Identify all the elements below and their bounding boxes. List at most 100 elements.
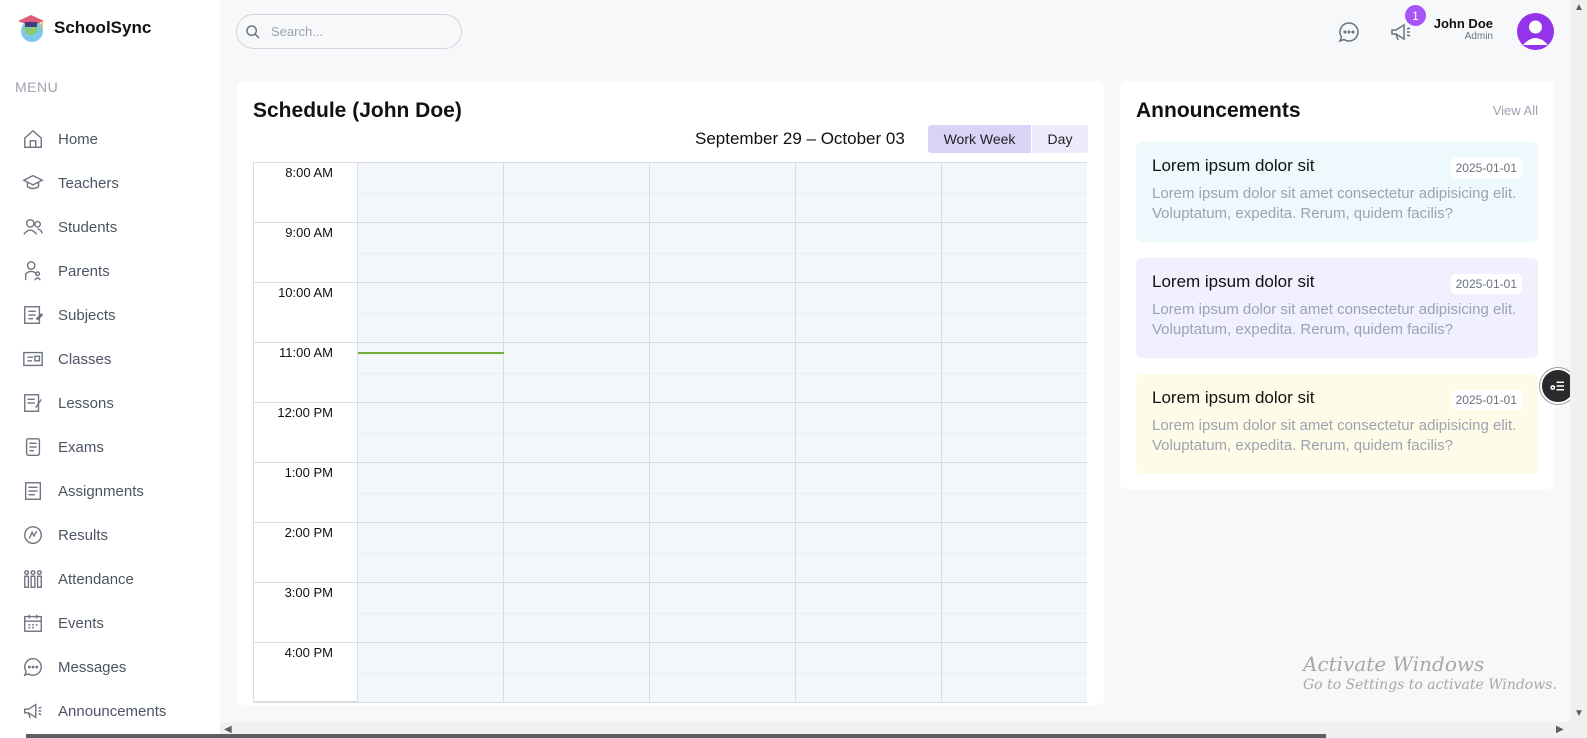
time-slot-cell[interactable] [504,643,649,703]
time-slot-cell[interactable] [358,403,503,463]
time-slot-cell[interactable] [796,343,941,403]
time-slot-cell[interactable] [796,523,941,583]
time-slot-cell[interactable] [504,283,649,343]
time-slot-cell[interactable] [650,163,795,223]
view-switcher: Work Week Day [928,125,1088,153]
time-slot-cell[interactable] [650,403,795,463]
time-slot-cell[interactable] [504,403,649,463]
sidebar-item-assignments[interactable]: Assignments [0,469,220,513]
time-slot-cell[interactable] [650,463,795,523]
time-slot-cell[interactable] [650,643,795,703]
sidebar-item-label: Teachers [58,174,119,192]
avatar[interactable] [1517,13,1554,50]
sidebar-item-home[interactable]: Home [0,117,220,161]
announcements-card: Announcements View All Lorem ipsum dolor… [1120,81,1554,489]
time-slot-cell[interactable] [504,163,649,223]
sidebar-nav: Home Teachers Students Parents Subjects … [0,117,220,733]
attendance-icon [24,570,42,588]
announcement-description: Lorem ipsum dolor sit amet consectetur a… [1152,301,1517,338]
calendar-icon [24,614,42,632]
time-slot-cell[interactable] [796,583,941,643]
scroll-right-icon[interactable]: ▶ [1556,724,1564,735]
time-label: 4:00 PM [254,643,357,703]
sidebar-item-teachers[interactable]: Teachers [0,161,220,205]
sidebar-item-students[interactable]: Students [0,205,220,249]
announcement-item[interactable]: Lorem ipsum dolor sit 2025-01-01 Lorem i… [1136,374,1538,474]
sidebar-item-attendance[interactable]: Attendance [0,557,220,601]
day-button[interactable]: Day [1031,125,1088,153]
time-slot-cell[interactable] [650,523,795,583]
vertical-scrollbar[interactable] [1570,0,1587,738]
results-icon [24,526,42,544]
announcements-title: Announcements [1136,99,1301,122]
time-slot-cell[interactable] [796,403,941,463]
sidebar-item-lessons[interactable]: Lessons [0,381,220,425]
time-slot-cell[interactable] [942,643,1087,703]
work-week-button[interactable]: Work Week [928,125,1031,153]
watermark-subtitle: Go to Settings to activate Windows. [1303,677,1557,693]
time-slot-cell[interactable] [504,463,649,523]
time-slot-cell[interactable] [650,343,795,403]
time-slot-cell[interactable] [942,223,1087,283]
sidebar-item-label: Classes [58,350,112,368]
time-slot-cell[interactable] [650,583,795,643]
time-slot-cell[interactable] [504,583,649,643]
sidebar-item-classes[interactable]: Classes [0,337,220,381]
sidebar-item-label: Exams [58,438,104,456]
time-slot-cell[interactable] [942,283,1087,343]
time-slot-cell[interactable] [650,223,795,283]
teacher-icon [22,174,44,190]
time-slot-cell[interactable] [650,283,795,343]
time-slot-cell[interactable] [358,283,503,343]
announcement-date: 2025-01-01 [1450,390,1522,410]
time-slot-cell[interactable] [504,523,649,583]
menu-label: MENU [15,79,59,95]
sidebar: SchoolSync MENU Home Teachers Students P… [0,0,220,738]
time-slot-cell[interactable] [358,463,503,523]
scroll-down-icon[interactable]: ▼ [1574,708,1584,719]
time-slot-cell[interactable] [796,283,941,343]
time-slot-cell[interactable] [358,163,503,223]
date-range: September 29 – October 03 [695,129,905,148]
announcement-item[interactable]: Lorem ipsum dolor sit 2025-01-01 Lorem i… [1136,142,1538,242]
sidebar-item-subjects[interactable]: Subjects [0,293,220,337]
watermark-title: Activate Windows [1303,652,1485,676]
time-slot-cell[interactable] [358,643,503,703]
announcement-description: Lorem ipsum dolor sit amet consectetur a… [1152,417,1517,454]
time-slot-cell[interactable] [942,163,1087,223]
scroll-up-icon[interactable]: ▲ [1574,2,1584,13]
scroll-left-icon[interactable]: ◀ [224,724,232,735]
time-slot-cell[interactable] [942,583,1087,643]
time-slot-cell[interactable] [942,523,1087,583]
time-slot-cell[interactable] [358,583,503,643]
notification-badge: 1 [1405,5,1426,26]
sidebar-item-announcements[interactable]: Announcements [0,689,220,733]
sidebar-item-label: Assignments [58,482,144,500]
view-all-link[interactable]: View All [1493,103,1538,118]
time-slot-cell[interactable] [942,343,1087,403]
horizontal-scrollbar-thumb[interactable] [26,734,1326,738]
time-slot-cell[interactable] [796,463,941,523]
sidebar-item-events[interactable]: Events [0,601,220,645]
time-label: 9:00 AM [254,223,357,283]
time-slot-cell[interactable] [942,463,1087,523]
time-slot-cell[interactable] [504,343,649,403]
sidebar-item-parents[interactable]: Parents [0,249,220,293]
time-slot-cell[interactable] [358,223,503,283]
time-slot-cell[interactable] [796,643,941,703]
time-slot-cell[interactable] [942,403,1087,463]
search-bar[interactable] [236,14,462,49]
classes-icon [23,351,43,367]
logo[interactable]: SchoolSync [16,12,151,44]
message-icon[interactable] [1337,20,1361,44]
search-input[interactable] [271,24,441,39]
sidebar-item-results[interactable]: Results [0,513,220,557]
sidebar-item-exams[interactable]: Exams [0,425,220,469]
time-label: 10:00 AM [254,283,357,343]
announcement-item[interactable]: Lorem ipsum dolor sit 2025-01-01 Lorem i… [1136,258,1538,358]
sidebar-item-messages[interactable]: Messages [0,645,220,689]
time-slot-cell[interactable] [358,523,503,583]
time-slot-cell[interactable] [504,223,649,283]
time-slot-cell[interactable] [796,163,941,223]
time-slot-cell[interactable] [796,223,941,283]
